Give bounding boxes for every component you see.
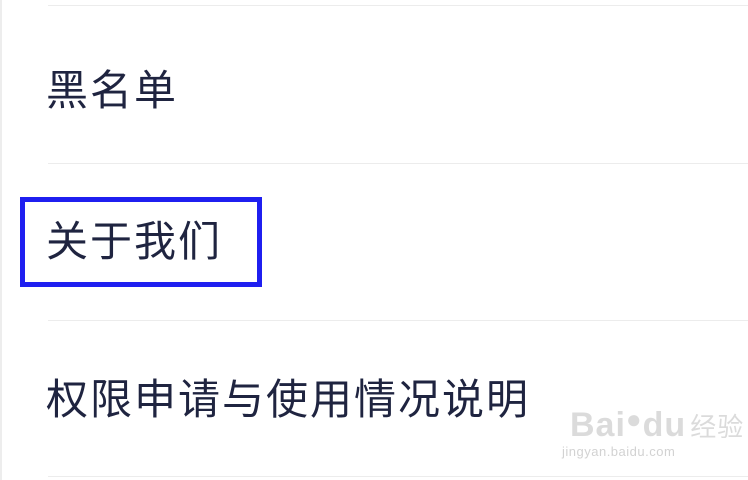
menu-item-label-blacklist: 黑名单 — [46, 66, 179, 115]
menu-item-blacklist[interactable]: 黑名单 — [0, 8, 748, 162]
menu-item-permissions[interactable]: 权限申请与使用情况说明 — [0, 321, 748, 476]
divider-3 — [48, 476, 748, 477]
menu-item-label-permissions: 权限申请与使用情况说明 — [46, 375, 531, 424]
divider-top — [48, 5, 748, 6]
highlight-box-about-us — [20, 197, 262, 287]
settings-screen: 黑名单 关于我们 权限申请与使用情况说明 Bai●du 经验 jingyan.ba… — [0, 0, 748, 480]
